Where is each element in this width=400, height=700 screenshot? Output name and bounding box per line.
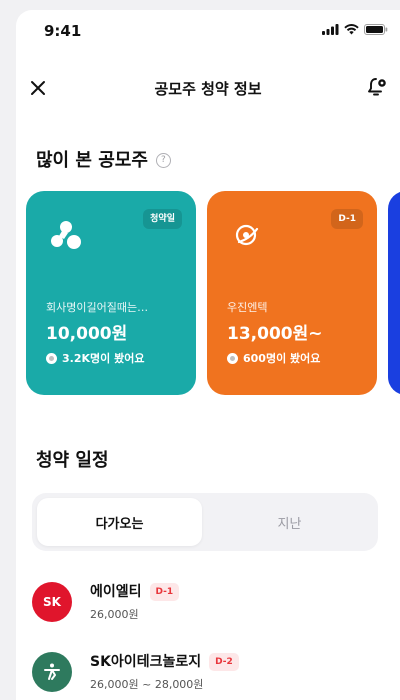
wifi-icon [344, 24, 359, 35]
schedule-heading: 청약 일정 [36, 450, 109, 471]
phone-screen: 9:41 공모주 청약 정보 많이 본 공모주 ? 청약일 회사명이길어질때는…… [16, 10, 400, 700]
tab-past[interactable]: 지난 [207, 498, 372, 546]
signal-icon [322, 24, 339, 35]
card-views-text: 600명이 봤어요 [243, 352, 321, 365]
card-dday-badge: D-1 [331, 209, 363, 229]
company-name-line: SK아이테크놀로지 D-2 [90, 651, 239, 671]
status-time: 9:41 [44, 22, 82, 40]
card-price: 10,000원 [46, 324, 128, 344]
company-logo-avatar: SK [32, 582, 72, 622]
nav-bar: 공모주 청약 정보 [16, 64, 400, 112]
notification-settings-button[interactable] [362, 72, 392, 102]
popular-heading: 많이 본 공모주 [36, 150, 148, 171]
tab-upcoming[interactable]: 다가오는 [37, 498, 202, 546]
company-logo-icon [44, 663, 60, 680]
company-name: SK아이테크놀로지 [90, 654, 202, 670]
card-company-name: 회사명이길어질때는… [46, 301, 149, 314]
battery-icon [364, 24, 388, 35]
company-name: 에이엘티 [90, 584, 142, 600]
help-icon[interactable]: ? [155, 152, 171, 168]
popular-section-header: 많이 본 공모주 ? [36, 146, 171, 172]
schedule-segmented-control: 다가오는 지난 [32, 493, 378, 551]
company-logo-avatar [32, 652, 72, 692]
card-price: 13,000원~ [227, 324, 323, 344]
offer-price: 26,000원 ~ 28,000원 [90, 678, 204, 691]
viewers-icon [227, 352, 238, 364]
ipo-card-1[interactable]: 청약일 회사명이길어질때는… 10,000원 3.2K명이 봤어요 [26, 191, 196, 395]
dday-badge: D-2 [209, 653, 239, 671]
page-title: 공모주 청약 정보 [154, 80, 262, 98]
bell-settings-icon [368, 78, 386, 96]
schedule-list-item[interactable]: SK아이테크놀로지 D-2 26,000원 ~ 28,000원 [32, 650, 382, 698]
viewers-icon [46, 352, 57, 364]
card-views: 3.2K명이 봤어요 [46, 350, 144, 366]
card-company-name: 우진엔텍 [227, 301, 268, 314]
dday-badge: D-1 [149, 583, 180, 601]
ipo-card-2[interactable]: D-1 우진엔텍 13,000원~ 600명이 봤어요 [207, 191, 377, 395]
card-badge: 청약일 [143, 209, 182, 229]
card-views: 600명이 봤어요 [227, 350, 320, 366]
ipo-card-3-peek[interactable] [388, 191, 400, 395]
company-name-line: 에이엘티 D-1 [90, 581, 180, 601]
company-logo-icon [51, 221, 81, 249]
offer-price: 26,000원 [90, 608, 139, 621]
card-views-text: 3.2K명이 봤어요 [62, 352, 145, 365]
status-icons [322, 24, 388, 35]
status-bar: 9:41 [16, 10, 400, 54]
schedule-list-item[interactable]: SK 에이엘티 D-1 26,000원 [32, 580, 382, 628]
company-logo-icon [235, 224, 259, 246]
